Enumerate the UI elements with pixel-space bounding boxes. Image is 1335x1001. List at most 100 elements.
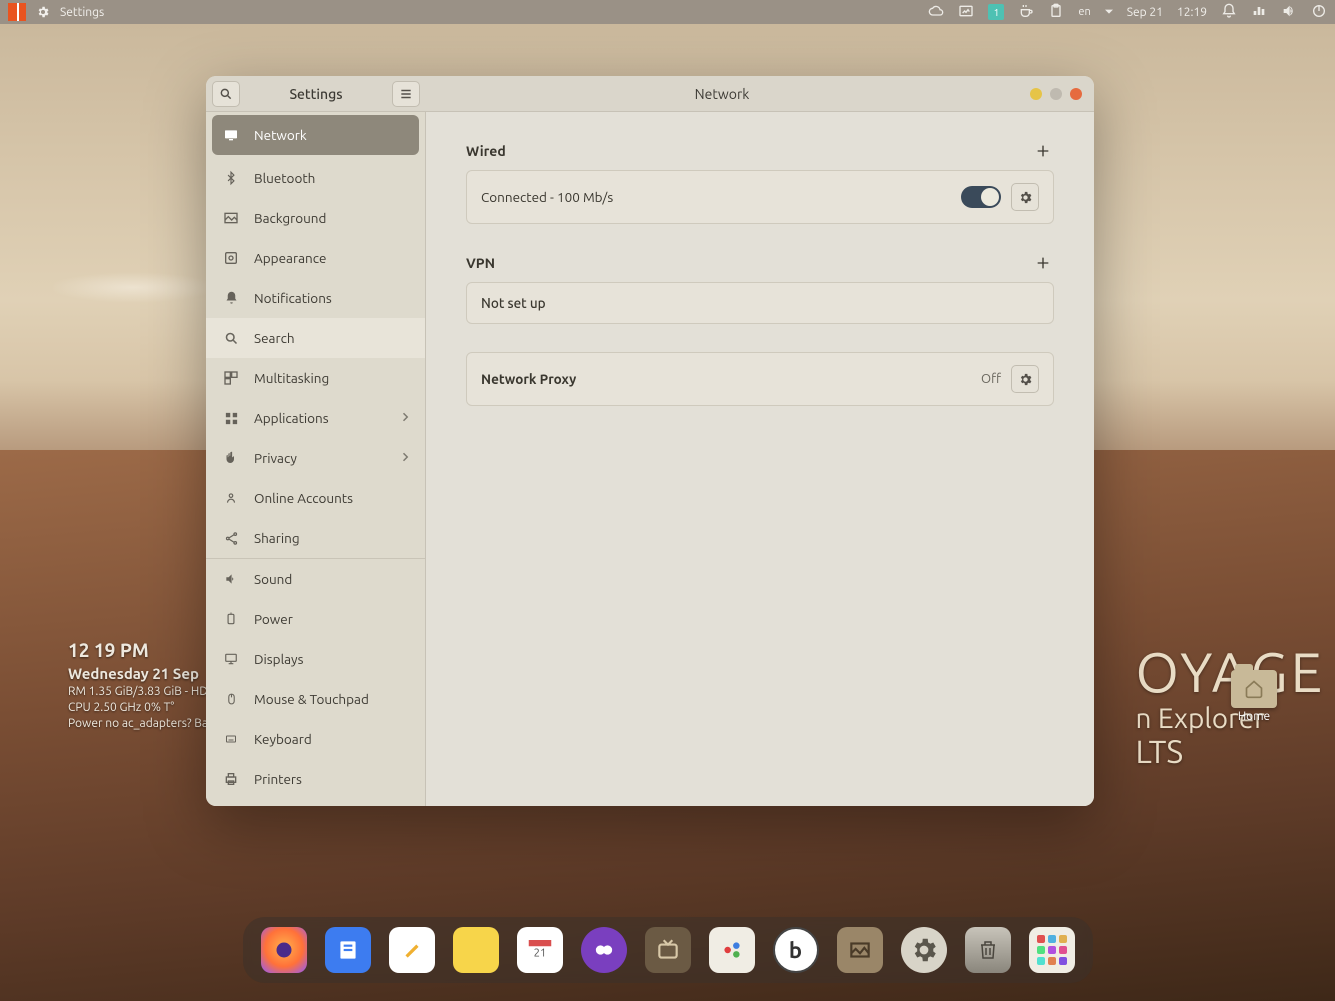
background-icon bbox=[222, 210, 240, 226]
sidebar-item-label: Background bbox=[254, 210, 326, 226]
sidebar-item-appearance[interactable]: Appearance bbox=[206, 238, 425, 278]
dock-files[interactable] bbox=[325, 927, 371, 973]
power-icon bbox=[222, 611, 240, 627]
topbar-date[interactable]: Sep 21 bbox=[1127, 6, 1163, 19]
sidebar-item-network[interactable]: Network bbox=[212, 115, 419, 155]
sidebar-item-label: Online Accounts bbox=[254, 490, 353, 506]
tray-icon-1[interactable] bbox=[928, 3, 944, 22]
vpn-card: Not set up bbox=[466, 282, 1054, 324]
wired-heading: Wired bbox=[466, 143, 506, 159]
network-tray-icon[interactable] bbox=[1251, 3, 1267, 22]
sidebar-item-notifications[interactable]: Notifications bbox=[206, 278, 425, 318]
sharing-icon bbox=[222, 531, 240, 546]
content-title: Network bbox=[426, 86, 1018, 102]
desktop-home-launcher[interactable]: Home bbox=[1231, 670, 1277, 723]
sidebar-item-label: Notifications bbox=[254, 290, 332, 306]
sidebar-search-button[interactable] bbox=[212, 81, 240, 107]
sidebar-item-bluetooth[interactable]: Bluetooth bbox=[206, 158, 425, 198]
sidebar-item-label: Network bbox=[254, 127, 307, 143]
topbar-app-label[interactable]: Settings bbox=[60, 6, 104, 19]
sidebar-item-displays[interactable]: Displays bbox=[206, 639, 425, 679]
appearance-icon bbox=[222, 250, 240, 266]
dock-firefox[interactable] bbox=[261, 927, 307, 973]
dock-text-editor[interactable] bbox=[389, 927, 435, 973]
notifications-icon bbox=[222, 290, 240, 306]
displays-icon bbox=[222, 652, 240, 666]
conky-cpu: CPU 2.50 GHz 0% T° bbox=[68, 700, 213, 716]
conky-date: Wednesday 21 Sep bbox=[68, 664, 213, 684]
hamburger-menu-button[interactable] bbox=[392, 81, 420, 107]
sidebar-item-background[interactable]: Background bbox=[206, 198, 425, 238]
wired-settings-button[interactable] bbox=[1011, 183, 1039, 211]
sidebar-item-label: Displays bbox=[254, 651, 303, 667]
sidebar-item-sharing[interactable]: Sharing bbox=[206, 518, 425, 558]
power-icon[interactable] bbox=[1311, 3, 1327, 22]
volume-icon[interactable] bbox=[1281, 3, 1297, 22]
sidebar-item-privacy[interactable]: Privacy bbox=[206, 438, 425, 478]
clipboard-icon[interactable] bbox=[1048, 3, 1064, 22]
desktop-home-label: Home bbox=[1231, 710, 1277, 723]
sidebar-item-keyboard[interactable]: Keyboard bbox=[206, 719, 425, 759]
wired-status: Connected - 100 Mb/s bbox=[481, 189, 961, 205]
dock-web-browser[interactable] bbox=[581, 927, 627, 973]
dropdown-icon bbox=[1105, 6, 1113, 19]
keyboard-layout-indicator[interactable]: en bbox=[1078, 6, 1090, 18]
dock-retro-tv[interactable] bbox=[645, 927, 691, 973]
sidebar-item-label: Bluetooth bbox=[254, 170, 315, 186]
proxy-card: Network Proxy Off bbox=[466, 352, 1054, 406]
wired-card: Connected - 100 Mb/s bbox=[466, 170, 1054, 224]
sidebar-item-online[interactable]: Online Accounts bbox=[206, 478, 425, 518]
sidebar-item-label: Multitasking bbox=[254, 370, 329, 386]
window-controls bbox=[1018, 88, 1094, 100]
vpn-status: Not set up bbox=[481, 295, 546, 311]
conky-time: 12 19 PM bbox=[68, 638, 213, 664]
sidebar-item-multitasking[interactable]: Multitasking bbox=[206, 358, 425, 398]
sidebar-item-mouse[interactable]: Mouse & Touchpad bbox=[206, 679, 425, 719]
dock-trash[interactable] bbox=[965, 927, 1011, 973]
printers-icon bbox=[222, 771, 240, 787]
proxy-status: Off bbox=[981, 372, 1001, 386]
topbar-time[interactable]: 12:19 bbox=[1177, 6, 1207, 19]
sidebar-item-sound[interactable]: Sound bbox=[206, 559, 425, 599]
chevron-right-icon bbox=[401, 450, 409, 466]
window-close-button[interactable] bbox=[1070, 88, 1082, 100]
dock-browser-b[interactable]: b bbox=[773, 927, 819, 973]
dock-software[interactable] bbox=[709, 927, 755, 973]
svg-text:21: 21 bbox=[533, 947, 546, 959]
distro-logo-icon[interactable] bbox=[8, 3, 26, 21]
dock-pictures[interactable] bbox=[837, 927, 883, 973]
settings-content: Wired Connected - 100 Mb/s VPN bbox=[426, 112, 1094, 806]
conky-power: Power no ac_adapters? Bat bbox=[68, 716, 213, 732]
dock-notes[interactable] bbox=[453, 927, 499, 973]
settings-sidebar: Network Bluetooth Background Appearance Noti… bbox=[206, 112, 426, 806]
sidebar-item-label: Privacy bbox=[254, 450, 297, 466]
screenshot-icon[interactable] bbox=[958, 3, 974, 22]
add-vpn-button[interactable] bbox=[1032, 252, 1054, 274]
online-icon bbox=[222, 491, 240, 505]
sidebar-item-applications[interactable]: Applications bbox=[206, 398, 425, 438]
notification-bell-icon[interactable] bbox=[1221, 3, 1237, 22]
window-maximize-button[interactable] bbox=[1050, 88, 1062, 100]
applications-icon bbox=[222, 411, 240, 426]
top-panel: Settings 1 en Sep 21 12:19 bbox=[0, 0, 1335, 24]
dock-settings[interactable] bbox=[901, 927, 947, 973]
caffeine-icon[interactable] bbox=[1018, 3, 1034, 22]
add-wired-button[interactable] bbox=[1032, 140, 1054, 162]
sidebar-item-label: Sharing bbox=[254, 530, 300, 546]
wired-toggle[interactable] bbox=[961, 186, 1001, 208]
sidebar-title: Settings bbox=[246, 86, 386, 102]
window-titlebar[interactable]: Settings Network bbox=[206, 76, 1094, 112]
dock-calendar[interactable]: 21 bbox=[517, 927, 563, 973]
sidebar-item-search[interactable]: Search bbox=[206, 318, 425, 358]
sidebar-item-printers[interactable]: Printers bbox=[206, 759, 425, 799]
window-minimize-button[interactable] bbox=[1030, 88, 1042, 100]
gear-icon bbox=[36, 5, 50, 19]
sidebar-item-power[interactable]: Power bbox=[206, 599, 425, 639]
proxy-settings-button[interactable] bbox=[1011, 365, 1039, 393]
mouse-icon bbox=[222, 691, 240, 707]
settings-window: Settings Network Network Bluetooth Backgro… bbox=[206, 76, 1094, 806]
vpn-heading: VPN bbox=[466, 255, 495, 271]
dock-app-grid[interactable] bbox=[1029, 927, 1075, 973]
desktop-conky: 12 19 PM Wednesday 21 Sep RM 1.35 GiB/3.… bbox=[68, 638, 213, 732]
workspace-indicator[interactable]: 1 bbox=[988, 4, 1004, 20]
